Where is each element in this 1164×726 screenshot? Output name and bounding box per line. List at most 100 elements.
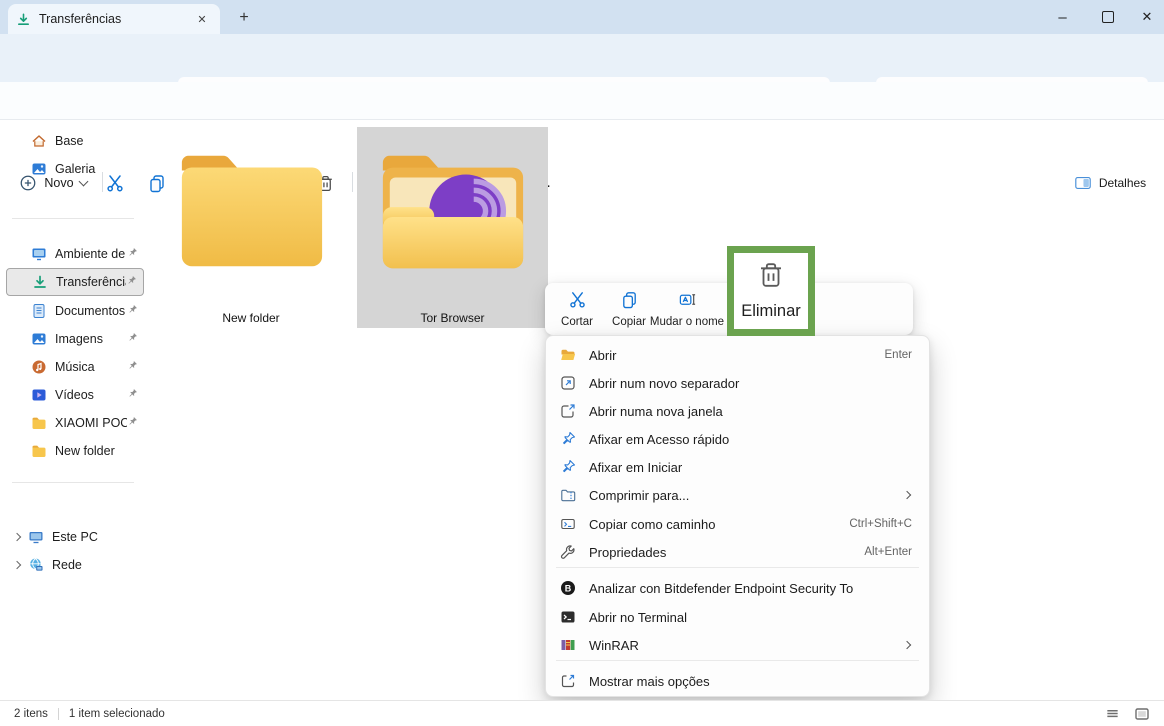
items-count: 2 itens [14, 708, 48, 720]
pin-icon [127, 414, 138, 432]
submenu-chevron-icon [903, 491, 911, 499]
svg-text:B: B [565, 583, 572, 593]
submenu-chevron-icon [903, 641, 911, 649]
rename-command[interactable]: Mudar o nome [637, 288, 737, 330]
pictures-icon [31, 331, 47, 347]
details-pane-icon [1074, 174, 1092, 192]
context-menu: Abrir Enter Abrir num novo separador Abr… [545, 335, 930, 697]
compress-zip-icon [560, 487, 576, 503]
menu-item-comprimir-para[interactable]: Comprimir para... [551, 481, 924, 509]
sidebar-separator [12, 482, 134, 483]
folder-tor-icon [373, 149, 531, 277]
home-icon [31, 133, 47, 149]
pin-icon [560, 459, 576, 475]
menu-item-propriedades[interactable]: Propriedades Alt+Enter [551, 538, 924, 566]
tab-strip: Transferências ✕ + – ✕ [0, 0, 1164, 34]
rename-icon [678, 290, 697, 309]
sidebar-item-transferencias[interactable]: Transferências [6, 268, 144, 296]
file-tile-new-folder[interactable]: New folder [156, 127, 346, 328]
file-name: New folder [156, 311, 346, 325]
copy-icon [620, 290, 639, 309]
sidebar-item-imagens[interactable]: Imagens [6, 325, 144, 353]
cut-label: Cortar [561, 316, 593, 328]
pin-icon [127, 245, 138, 263]
sidebar-item-documentos[interactable]: Documentos [6, 297, 144, 325]
pin-icon [127, 330, 138, 348]
tab-transferencias[interactable]: Transferências ✕ [8, 4, 220, 34]
details-label: Detalhes [1099, 176, 1146, 190]
chevron-right-icon[interactable] [13, 561, 21, 569]
menu-item-copiar-como-caminho[interactable]: Copiar como caminho Ctrl+Shift+C [551, 510, 924, 538]
folder-icon [31, 443, 47, 459]
sidebar-item-label: Galeria [55, 162, 144, 176]
menu-item-afixar-iniciar[interactable]: Afixar em Iniciar [551, 453, 924, 481]
command-toolbar: Novo Ordenar [0, 82, 1164, 120]
sidebar-item-label: Música [55, 360, 127, 374]
status-separator [58, 708, 59, 720]
shortcut: Ctrl+Shift+C [849, 518, 912, 530]
sidebar-item-label: Imagens [55, 332, 127, 346]
navigation-bar: ← → ↑ ↻ Transferências [0, 34, 1164, 82]
delete-command-highlight[interactable]: Eliminar [727, 246, 815, 336]
menu-item-afixar-acesso-rapido[interactable]: Afixar em Acesso rápido [551, 425, 924, 453]
sidebar-item-videos[interactable]: Vídeos [6, 381, 144, 409]
menu-item-abrir-terminal[interactable]: Abrir no Terminal [551, 603, 924, 631]
trash-icon [756, 260, 786, 290]
close-button[interactable]: ✕ [1130, 0, 1164, 34]
sidebar-item-label: Rede [52, 558, 144, 572]
selection-info: 1 item selecionado [69, 708, 165, 720]
tab-title: Transferências [39, 12, 192, 26]
cut-command[interactable]: Cortar [553, 288, 601, 330]
sidebar-item-label: Documentos [55, 304, 127, 318]
menu-separator [556, 660, 919, 661]
pin-icon [127, 358, 138, 376]
sidebar-item-xiaomi[interactable]: XIAOMI POCO F [6, 409, 144, 437]
sidebar-separator [12, 218, 134, 219]
sidebar-item-este-pc[interactable]: Este PC [6, 523, 144, 551]
details-pane-button[interactable]: Detalhes [1066, 170, 1154, 196]
menu-item-abrir-nova-janela[interactable]: Abrir numa nova janela [551, 397, 924, 425]
copy-path-icon [560, 516, 576, 532]
sidebar-item-new-folder[interactable]: New folder [6, 437, 144, 465]
folder-icon [31, 415, 47, 431]
downloads-icon [16, 12, 31, 27]
downloads-icon [32, 274, 48, 290]
new-tab-button[interactable]: + [232, 7, 256, 29]
menu-item-bitdefender[interactable]: B Analizar con Bitdefender Endpoint Secu… [551, 574, 924, 602]
file-explorer-window: Transferências ✕ + – ✕ ← → ↑ ↻ Transferê… [0, 0, 1164, 726]
list-view-icon[interactable] [1105, 706, 1120, 721]
show-more-options-icon [560, 673, 576, 689]
sidebar-item-base[interactable]: Base [6, 127, 144, 155]
sidebar-item-label: XIAOMI POCO F [55, 416, 127, 430]
sidebar-item-musica[interactable]: Música [6, 353, 144, 381]
shortcut: Enter [885, 349, 913, 361]
pin-icon [126, 273, 137, 291]
file-tile-tor-browser-selected[interactable]: Tor Browser [357, 127, 548, 328]
sidebar-item-label: New folder [55, 444, 144, 458]
toolbar-separator [352, 172, 353, 192]
menu-item-mostrar-mais-opcoes[interactable]: Mostrar mais opções [551, 667, 924, 695]
maximize-button[interactable] [1085, 0, 1130, 34]
sidebar-item-rede[interactable]: Rede [6, 551, 144, 579]
open-new-window-icon [560, 403, 576, 419]
sidebar-item-label: Ambiente de tra [55, 247, 127, 261]
minimize-button[interactable]: – [1040, 0, 1085, 34]
gallery-icon [31, 161, 47, 177]
sidebar-item-ambiente[interactable]: Ambiente de tra [6, 240, 144, 268]
videos-icon [31, 387, 47, 403]
network-icon [28, 557, 44, 573]
sidebar-item-galeria[interactable]: Galeria [6, 155, 144, 183]
folder-closed-icon [172, 147, 330, 275]
chevron-right-icon[interactable] [13, 533, 21, 541]
menu-separator [556, 567, 919, 568]
terminal-icon [560, 609, 576, 625]
menu-item-abrir[interactable]: Abrir Enter [551, 341, 924, 369]
menu-item-winrar[interactable]: WinRAR [551, 631, 924, 659]
menu-item-abrir-novo-separador[interactable]: Abrir num novo separador [551, 369, 924, 397]
open-new-tab-icon [560, 375, 576, 391]
this-pc-icon [28, 529, 44, 545]
thumbnail-view-icon[interactable] [1134, 706, 1150, 722]
wrench-icon [560, 544, 576, 560]
tab-close-icon[interactable]: ✕ [192, 9, 212, 29]
rename-label: Mudar o nome [650, 316, 724, 328]
